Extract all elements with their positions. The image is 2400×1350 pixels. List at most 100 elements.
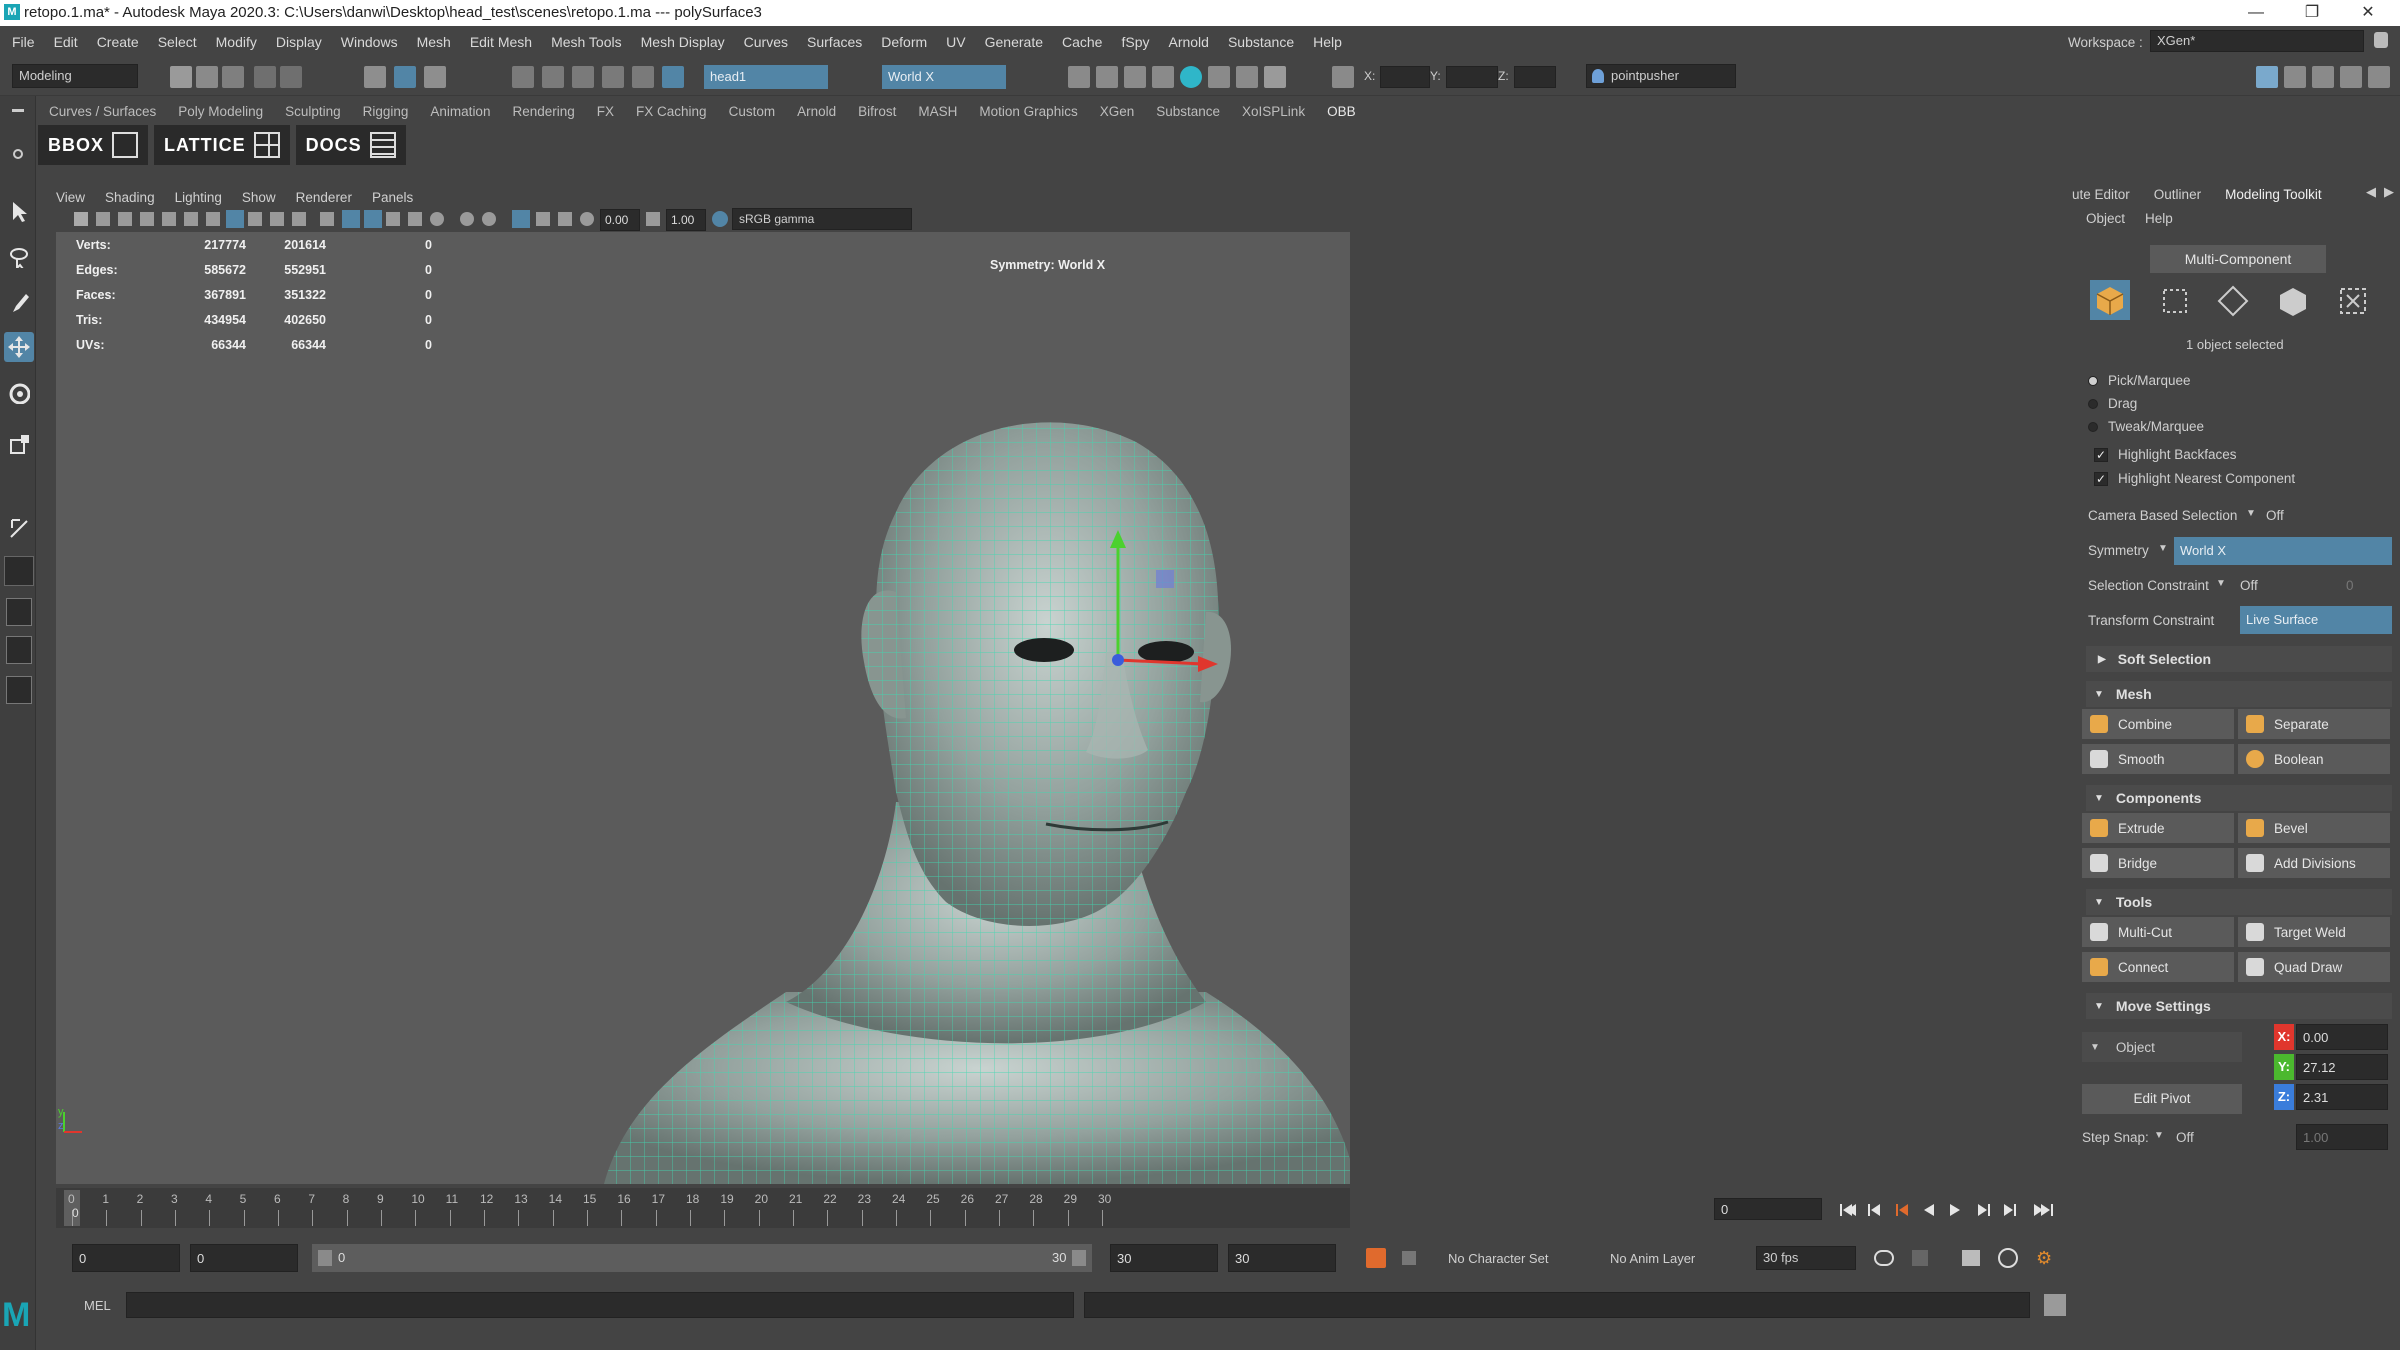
lights-icon[interactable] (430, 212, 444, 226)
resolution-gate-icon[interactable] (248, 212, 262, 226)
new-scene-icon[interactable] (170, 66, 192, 88)
user-dropdown[interactable]: pointpusher (1586, 64, 1736, 88)
camera-based-value[interactable]: Off (2266, 508, 2284, 523)
symmetry-label[interactable]: Symmetry (2088, 543, 2149, 558)
grid-toggle-icon[interactable] (184, 212, 198, 226)
lock-icon[interactable] (2374, 32, 2388, 48)
highlight-backfaces-checkbox[interactable]: ✓ Highlight Backfaces (2094, 447, 2237, 462)
y-input[interactable] (1446, 66, 1498, 88)
shelf-tab-motion-graphics[interactable]: Motion Graphics (968, 104, 1088, 119)
shelf-tab-xgen[interactable]: XGen (1089, 104, 1146, 119)
rotate-tool-icon[interactable] (8, 382, 30, 404)
menu-surfaces[interactable]: Surfaces (807, 34, 862, 50)
single-perspective-layout-button[interactable] (4, 556, 34, 586)
scene-end-field[interactable]: 30 (1228, 1244, 1336, 1272)
edit-pivot-button[interactable]: Edit Pivot (2082, 1084, 2242, 1114)
arnold-render-icon[interactable] (1208, 66, 1230, 88)
shelf-tab-custom[interactable]: Custom (718, 104, 787, 119)
panel-menu-renderer[interactable]: Renderer (296, 190, 352, 205)
cache-playback-icon[interactable] (1912, 1250, 1928, 1266)
menu-edit[interactable]: Edit (54, 34, 78, 50)
menu-edit-mesh[interactable]: Edit Mesh (470, 34, 532, 50)
last-tool-icon[interactable] (8, 516, 30, 538)
auto-key-icon[interactable] (1366, 1248, 1386, 1268)
safe-title-icon[interactable] (292, 212, 306, 226)
pause-icon[interactable] (1264, 66, 1286, 88)
four-view-layout-button[interactable] (6, 598, 32, 626)
command-input[interactable] (126, 1292, 1074, 1318)
save-scene-icon[interactable] (222, 66, 244, 88)
sound-icon[interactable] (1962, 1250, 1980, 1266)
shelf-tab-xoisplink[interactable]: XoISPLink (1231, 104, 1316, 119)
smooth-button[interactable]: Smooth (2082, 744, 2234, 774)
snap-surface-icon[interactable] (632, 66, 654, 88)
menu-substance[interactable]: Substance (1228, 34, 1294, 50)
shelf-tab-rendering[interactable]: Rendering (501, 104, 585, 119)
chevron-down-icon[interactable]: ▼ (2158, 543, 2168, 554)
panel-menu-show[interactable]: Show (242, 190, 276, 205)
pick-marquee-option[interactable]: Pick/Marquee (2088, 373, 2191, 388)
snap-grid-icon[interactable] (512, 66, 534, 88)
symmetry-value-field[interactable]: World X (2174, 537, 2392, 565)
shelf-tab-substance[interactable]: Substance (1145, 104, 1231, 119)
grease-pencil-icon[interactable] (162, 212, 176, 226)
vertex-mode-icon[interactable] (2158, 284, 2192, 318)
multi-component-button[interactable]: Multi-Component (2150, 245, 2326, 273)
textured-icon[interactable] (408, 212, 422, 226)
select-object-icon[interactable] (394, 66, 416, 88)
separate-button[interactable]: Separate (2238, 709, 2390, 739)
shelf-collapse-icon[interactable] (10, 104, 26, 118)
tool-settings-icon[interactable] (2340, 66, 2362, 88)
wireframe-on-shaded-icon[interactable] (364, 210, 382, 228)
make-live-icon[interactable] (662, 66, 684, 88)
add-divisions-button[interactable]: Add Divisions (2238, 848, 2390, 878)
layer-editor-icon[interactable] (2368, 66, 2390, 88)
isolate-select-icon[interactable] (512, 210, 530, 228)
select-component-icon[interactable] (424, 66, 446, 88)
tab-modeling-toolkit[interactable]: Modeling Toolkit (2225, 187, 2322, 202)
animation-preferences-icon[interactable]: ⚙ (2036, 1248, 2056, 1268)
step-snap-value[interactable]: Off (2176, 1130, 2194, 1145)
menu-arnold[interactable]: Arnold (1168, 34, 1208, 50)
menu-deform[interactable]: Deform (881, 34, 927, 50)
soft-selection-section[interactable]: ▶ Soft Selection (2086, 646, 2392, 672)
minimize-icon[interactable]: — (2236, 2, 2276, 24)
maximize-icon[interactable]: ❐ (2292, 2, 2332, 24)
object-mode-button[interactable] (2090, 280, 2130, 320)
tweak-marquee-option[interactable]: Tweak/Marquee (2088, 419, 2204, 434)
extrude-button[interactable]: Extrude (2082, 813, 2234, 843)
transform-constraint-field[interactable]: Live Surface (2240, 606, 2392, 634)
tab-scroll-left-icon[interactable]: ◀ (2366, 184, 2376, 200)
menu-fspy[interactable]: fSpy (1121, 34, 1149, 50)
character-set-dropdown[interactable]: No Character Set (1448, 1251, 1548, 1266)
shelf-tab-rigging[interactable]: Rigging (352, 104, 420, 119)
menu-curves[interactable]: Curves (744, 34, 788, 50)
move-y-field[interactable]: 27.12 (2296, 1054, 2388, 1080)
close-icon[interactable]: ✕ (2348, 2, 2388, 24)
uv-mode-icon[interactable] (2336, 284, 2370, 318)
xray-joints-icon[interactable] (536, 212, 550, 226)
render-settings-icon[interactable] (1152, 66, 1174, 88)
menu-select[interactable]: Select (158, 34, 197, 50)
image-plane-icon[interactable] (140, 212, 154, 226)
toolkit-menu-help[interactable]: Help (2145, 211, 2173, 226)
bevel-button[interactable]: Bevel (2238, 813, 2390, 843)
selection-constraint-value[interactable]: Off (2240, 578, 2258, 593)
settings-dot-icon[interactable] (12, 148, 24, 160)
menu-cache[interactable]: Cache (1062, 34, 1102, 50)
menu-uv[interactable]: UV (946, 34, 965, 50)
shelf-tab-fx[interactable]: FX (586, 104, 625, 119)
film-gate-icon[interactable] (206, 212, 220, 226)
lasso-tool-icon[interactable] (8, 246, 30, 268)
bridge-button[interactable]: Bridge (2082, 848, 2234, 878)
tools-section[interactable]: ▼ Tools (2086, 889, 2392, 915)
face-mode-icon[interactable] (2276, 284, 2310, 318)
xray-icon[interactable] (386, 212, 400, 226)
undo-icon[interactable] (254, 66, 276, 88)
head-mesh[interactable] (56, 232, 1350, 1184)
menu-windows[interactable]: Windows (341, 34, 398, 50)
range-end-handle[interactable] (1072, 1250, 1086, 1266)
components-section[interactable]: ▼ Components (2086, 785, 2392, 811)
panel-menu-shading[interactable]: Shading (105, 190, 155, 205)
step-snap-field[interactable]: 1.00 (2296, 1124, 2388, 1150)
